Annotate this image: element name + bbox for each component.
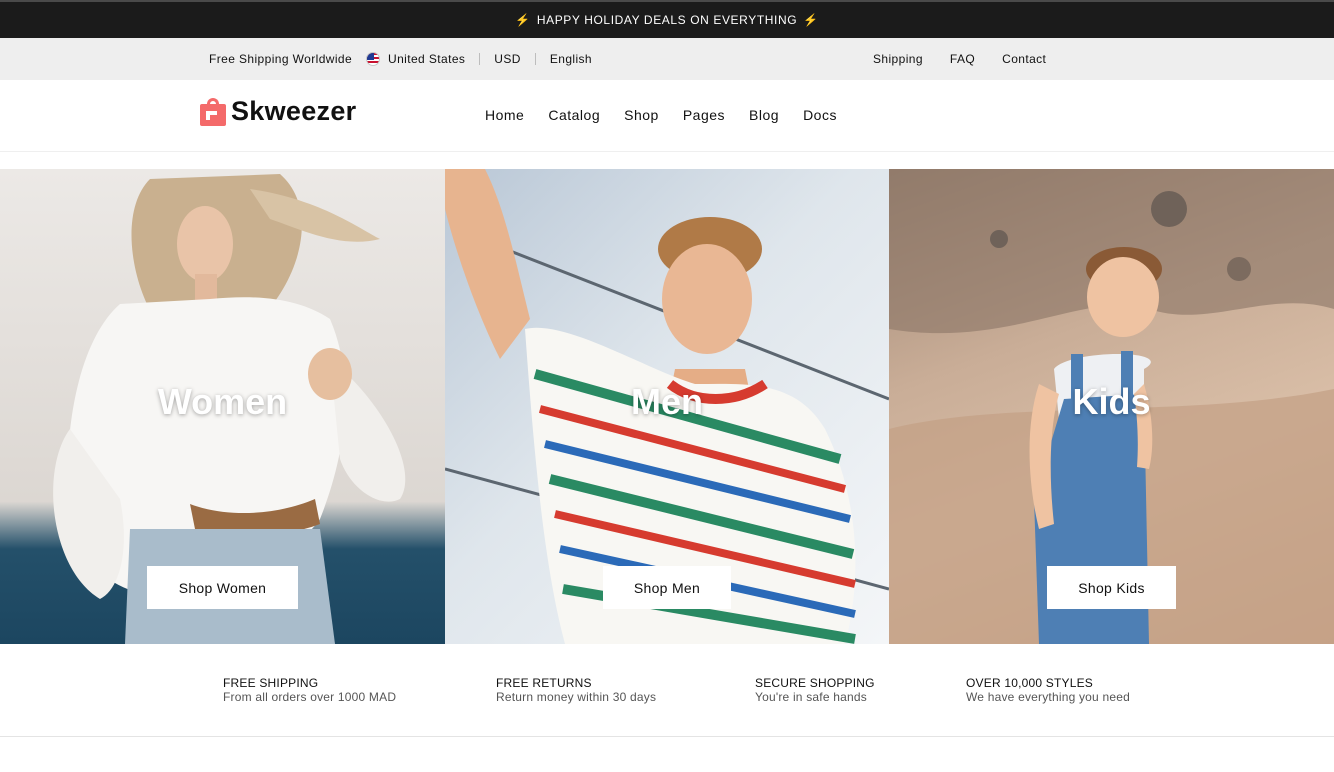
women-title: Women bbox=[157, 381, 288, 422]
feature-subtitle: From all orders over 1000 MAD bbox=[223, 690, 397, 704]
feature-free-shipping: FREE SHIPPING From all orders over 1000 … bbox=[223, 676, 396, 704]
feature-styles: OVER 10,000 STYLES We have everything yo… bbox=[966, 676, 1130, 704]
feature-title: SECURE SHOPPING bbox=[755, 676, 875, 690]
site-header: Skweezer Home Catalog Shop Pages Blog Do… bbox=[0, 80, 1334, 152]
utility-left: Free Shipping Worldwide United States US… bbox=[209, 38, 592, 80]
faq-link[interactable]: FAQ bbox=[950, 52, 975, 66]
kids-title: Kids bbox=[1072, 381, 1151, 422]
nav-blog[interactable]: Blog bbox=[749, 107, 779, 123]
divider bbox=[479, 53, 481, 65]
contact-link[interactable]: Contact bbox=[1002, 52, 1046, 66]
us-flag-icon bbox=[366, 52, 381, 66]
main-nav: Home Catalog Shop Pages Blog Docs bbox=[485, 80, 861, 150]
kids-panel[interactable]: Kids Shop Kids bbox=[889, 169, 1334, 644]
shop-women-button[interactable]: Shop Women bbox=[147, 566, 298, 609]
divider bbox=[534, 53, 536, 65]
women-panel[interactable]: Women Shop Women bbox=[0, 169, 445, 644]
feature-subtitle: We have everything you need bbox=[966, 690, 1130, 704]
currency-selector[interactable]: USD bbox=[494, 52, 521, 66]
lightning-icon: ⚡ bbox=[803, 13, 819, 27]
shipping-note: Free Shipping Worldwide bbox=[209, 52, 353, 66]
feature-title: FREE RETURNS bbox=[496, 676, 592, 690]
men-panel[interactable]: Men Shop Men bbox=[445, 169, 889, 644]
shop-kids-button[interactable]: Shop Kids bbox=[1047, 566, 1176, 609]
promo-bar: ⚡ HAPPY HOLIDAY DEALS ON EVERYTHING ⚡ bbox=[0, 0, 1334, 38]
feature-title: OVER 10,000 STYLES bbox=[966, 676, 1093, 690]
brand-logo[interactable]: Skweezer bbox=[200, 96, 356, 127]
men-title: Men bbox=[631, 381, 703, 422]
promo-text: HAPPY HOLIDAY DEALS ON EVERYTHING bbox=[536, 13, 798, 27]
lightning-icon: ⚡ bbox=[515, 13, 531, 27]
feature-free-returns: FREE RETURNS Return money within 30 days bbox=[496, 676, 656, 704]
feature-subtitle: You're in safe hands bbox=[755, 690, 867, 704]
nav-shop[interactable]: Shop bbox=[624, 107, 659, 123]
feature-subtitle: Return money within 30 days bbox=[496, 690, 657, 704]
feature-secure-shopping: SECURE SHOPPING You're in safe hands bbox=[755, 676, 875, 704]
nav-home[interactable]: Home bbox=[485, 107, 524, 123]
brand-name: Skweezer bbox=[231, 96, 357, 126]
utility-links: Shipping FAQ Contact bbox=[873, 38, 1073, 80]
feature-title: FREE SHIPPING bbox=[223, 676, 319, 690]
language-selector[interactable]: English bbox=[550, 52, 592, 66]
utility-bar: Free Shipping Worldwide United States US… bbox=[0, 38, 1334, 80]
feature-strip: FREE SHIPPING From all orders over 1000 … bbox=[0, 644, 1334, 737]
nav-pages[interactable]: Pages bbox=[683, 107, 725, 123]
country-selector[interactable]: United States bbox=[388, 52, 465, 66]
shipping-link[interactable]: Shipping bbox=[873, 52, 923, 66]
shop-men-button[interactable]: Shop Men bbox=[603, 566, 731, 609]
nav-docs[interactable]: Docs bbox=[803, 107, 837, 123]
category-hero: Women Shop Women Men Shop Men Kids Shop … bbox=[0, 169, 1334, 644]
nav-catalog[interactable]: Catalog bbox=[548, 107, 600, 123]
shopping-bag-icon bbox=[200, 97, 226, 126]
